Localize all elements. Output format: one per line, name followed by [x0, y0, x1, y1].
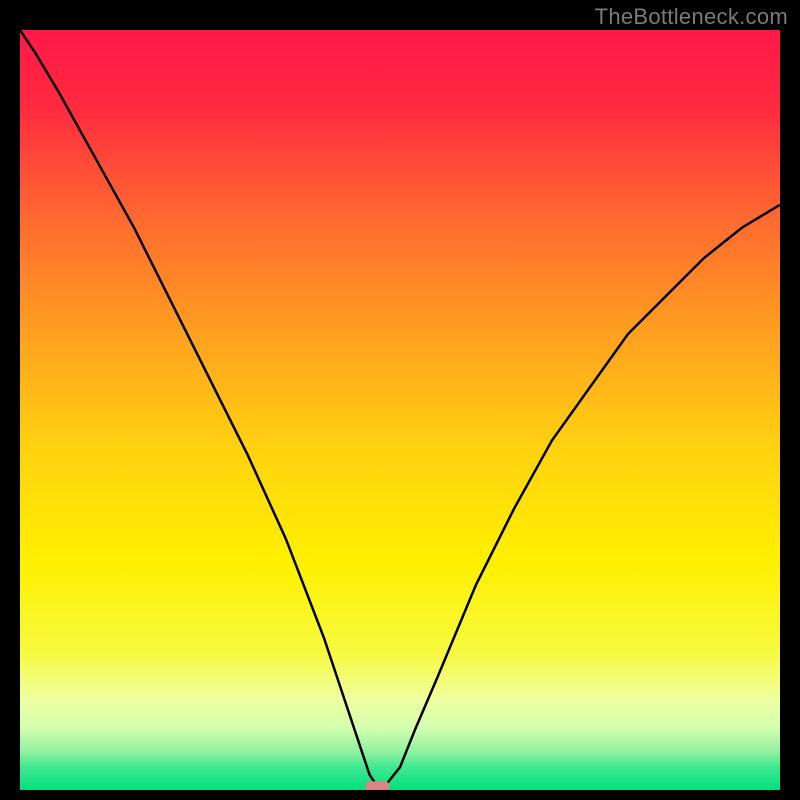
- bottleneck-chart: [20, 30, 780, 790]
- attribution-label: TheBottleneck.com: [595, 4, 788, 30]
- gradient-background: [20, 30, 780, 790]
- optimal-marker: [365, 781, 389, 790]
- chart-container: [20, 30, 780, 790]
